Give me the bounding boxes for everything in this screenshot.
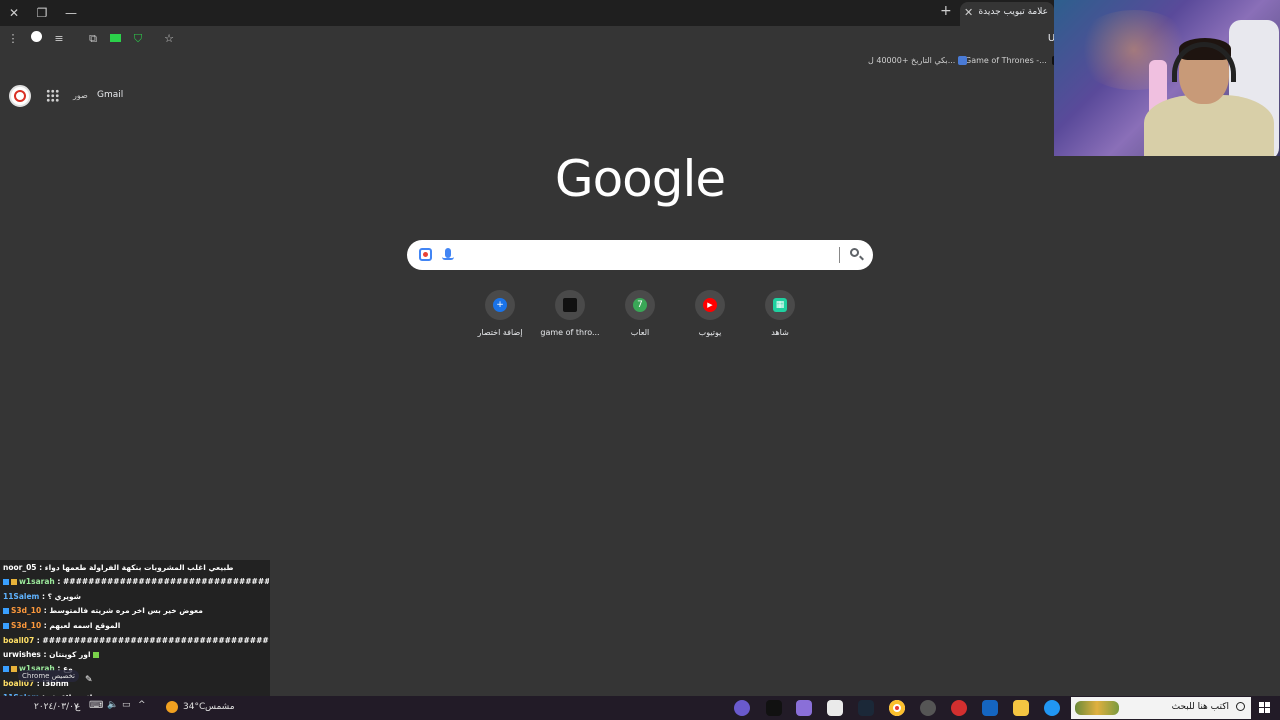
weather-label[interactable]: مشمس (205, 702, 235, 712)
taskbar-search-text: اكتب هنا للبحث (1171, 702, 1229, 712)
app-icon[interactable] (766, 700, 782, 716)
chat-message: urwishes : اور كوينتان (3, 650, 269, 659)
bookmark-star-icon[interactable]: ☆ (161, 31, 177, 47)
weather-sun-icon (166, 701, 178, 713)
reading-list-icon[interactable]: ≡ (51, 31, 67, 47)
system-clock-date[interactable]: ٢٠٢٤/٠٣/٠٧ (34, 702, 79, 712)
account-avatar[interactable] (9, 85, 31, 107)
streamer-shirt (1144, 95, 1274, 156)
plus-icon: + (493, 298, 507, 312)
chat-message: w1sarah : ##############################… (3, 577, 269, 586)
chevron-up-icon[interactable]: ^ (138, 700, 154, 716)
search-highlight-icon (1075, 701, 1119, 715)
tab-title: علامة تبويب جديدة (978, 7, 1048, 17)
chrome-icon[interactable] (889, 700, 905, 716)
bookmark-history[interactable]: بكي التاريخ +40000 ل... (868, 56, 968, 65)
shahid-icon: ▦ (773, 298, 787, 312)
network-icon[interactable]: ▭ (122, 700, 138, 716)
shortcut-label: العاب (630, 328, 650, 337)
keyboard-icon[interactable]: ⌨ (89, 700, 105, 716)
sub-badge-icon (3, 666, 9, 672)
shortcut-label: game of thro... (540, 328, 600, 337)
store-icon[interactable] (827, 700, 843, 716)
crown-badge-icon (11, 666, 17, 672)
shortcut-youtube[interactable]: ▶ يوتيوب (675, 290, 745, 346)
shortcut-game-of-thrones[interactable]: game of thro... (535, 290, 605, 346)
sub-badge-icon (3, 579, 9, 585)
gmail-link[interactable]: Gmail (97, 90, 123, 100)
profile-icon[interactable] (28, 31, 44, 47)
games-icon: 7 (633, 298, 647, 312)
weather-temp[interactable]: 34°C (183, 702, 205, 712)
search-divider (839, 247, 840, 263)
shortcut-shahid[interactable]: ▦ شاهد (745, 290, 815, 346)
restore-window-icon[interactable]: ❐ (33, 4, 51, 22)
minimize-window-icon[interactable]: — (62, 4, 80, 22)
discord-app-icon[interactable] (734, 700, 750, 716)
shortcut-label: إضافة اختصار (477, 328, 523, 337)
menu-icon[interactable]: ⋮ (5, 31, 21, 47)
sub-badge-icon (3, 623, 9, 629)
new-tab-button[interactable]: + (940, 3, 952, 19)
game-controller-icon[interactable] (796, 700, 812, 716)
apps-grid-icon[interactable] (46, 89, 59, 102)
voice-search-icon[interactable] (442, 248, 454, 260)
windows-start-icon[interactable] (1259, 702, 1270, 713)
google-lens-icon[interactable] (419, 248, 432, 261)
search-input[interactable] (477, 246, 841, 266)
shield-icon[interactable]: ⛉ (130, 31, 146, 47)
images-link[interactable]: صور (73, 91, 88, 100)
webcam-overlay (1054, 0, 1280, 156)
emote-icon (93, 652, 100, 658)
system-clock-time[interactable]: ع (75, 702, 80, 712)
shortcut-games[interactable]: 7 العاب (605, 290, 675, 346)
outlook-icon[interactable] (982, 700, 998, 716)
chat-message: boall07 : ##############################… (3, 636, 269, 645)
search-icon[interactable] (850, 248, 859, 257)
search-box[interactable] (407, 240, 873, 270)
bookmark-game-of-thrones[interactable]: Game of Thrones -... (965, 56, 1062, 65)
taskbar-search-box[interactable]: اكتب هنا للبحث (1071, 697, 1251, 719)
file-explorer-icon[interactable] (1013, 700, 1029, 716)
search-icon (1236, 702, 1245, 711)
tab-new-tab[interactable]: ✕ علامة تبويب جديدة (960, 2, 1054, 26)
windows-taskbar: ٢٠٢٤/٠٣/٠٧ ع ⌨ 🔈 ▭ ^ 34°C مشمس اكتب هنا … (0, 696, 1280, 720)
youtube-icon: ▶ (703, 298, 717, 312)
extensions-icon[interactable]: ⧉ (85, 31, 101, 47)
extension-app-icon[interactable] (107, 31, 123, 47)
sub-badge-icon (3, 608, 9, 614)
game-of-thrones-icon (563, 298, 577, 312)
edge-icon[interactable] (1044, 700, 1060, 716)
shortcut-label: شاهد (771, 328, 789, 337)
shortcuts-row: + إضافة اختصار game of thro... 7 العاب ▶… (465, 290, 815, 350)
shortcut-add[interactable]: + إضافة اختصار (465, 290, 535, 346)
app-red-icon[interactable] (951, 700, 967, 716)
customize-chrome-button[interactable]: Chrome تخصيص (18, 670, 79, 682)
google-logo: Google (554, 150, 726, 208)
edit-pencil-icon[interactable]: ✎ (85, 675, 93, 685)
doc-favicon-icon (958, 56, 968, 65)
chat-message: noor_05 : طبيعي اغلب المشروبات بنكهة الف… (3, 563, 234, 572)
close-window-icon[interactable]: ✕ (5, 4, 23, 22)
steelseries-icon[interactable] (920, 700, 936, 716)
steam-icon[interactable] (858, 700, 874, 716)
volume-icon[interactable]: 🔈 (107, 700, 123, 716)
close-tab-icon[interactable]: ✕ (964, 6, 973, 19)
chat-message: S3d_10 : الموقع اسمه لعبهم (3, 621, 269, 630)
crown-badge-icon (11, 579, 17, 585)
chat-message: 11Salem : شويري ؟ (3, 592, 82, 601)
shortcut-label: يوتيوب (698, 328, 722, 337)
chat-message: S3d_10 : معوض خير بس اخر مره شريته فالمت… (3, 606, 269, 615)
